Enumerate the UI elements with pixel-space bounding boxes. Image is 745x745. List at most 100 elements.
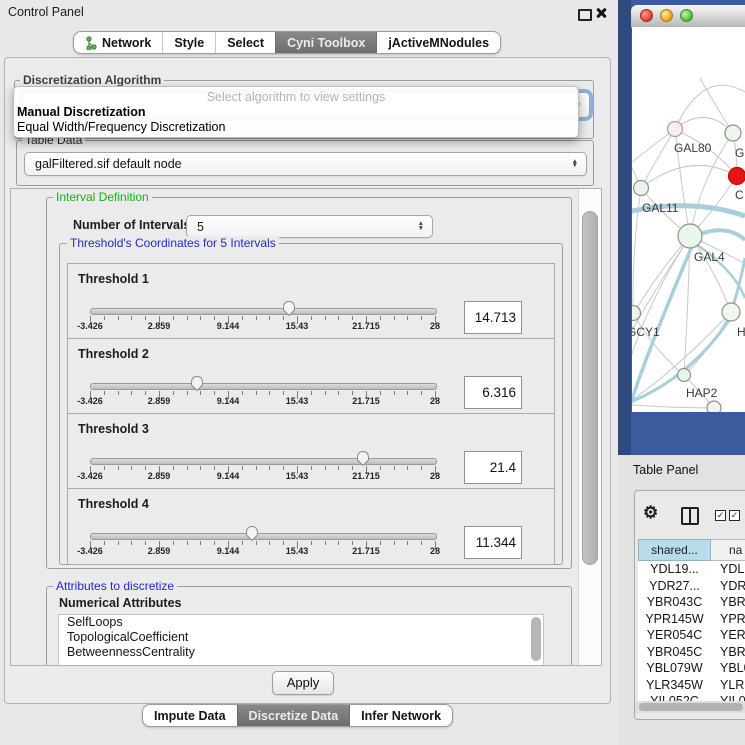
slider-tick	[187, 466, 188, 470]
tab-impute-data[interactable]: Impute Data	[143, 705, 237, 726]
threshold-value-field[interactable]	[464, 526, 522, 559]
table-data-combobox-value: galFiltered.sif default node	[25, 157, 572, 171]
slider-track[interactable]	[90, 308, 437, 315]
table-browser: ⚙ ✓ ✓ shared... na YDL19...YDL1YDR27...Y…	[634, 490, 745, 720]
slider-track[interactable]	[90, 533, 437, 540]
tab-infer-network[interactable]: Infer Network	[349, 705, 452, 726]
slider-tick-label: -3.426	[77, 546, 103, 556]
slider-tick	[394, 391, 395, 395]
tab-label: Infer Network	[361, 709, 441, 723]
close-traffic-light-icon[interactable]	[640, 9, 653, 22]
network-node[interactable]	[707, 401, 721, 412]
network-node[interactable]	[678, 369, 691, 382]
slider-tick	[118, 316, 119, 320]
attributes-group-label: Attributes to discretize	[53, 579, 177, 593]
network-edge[interactable]	[633, 188, 641, 313]
threshold-value-field[interactable]	[464, 301, 522, 334]
network-edge[interactable]	[690, 236, 731, 312]
network-node[interactable]	[668, 122, 683, 137]
network-edge[interactable]	[641, 129, 675, 188]
slider-tick	[242, 391, 243, 395]
slider-track[interactable]	[90, 383, 437, 390]
slider-thumb[interactable]	[189, 374, 205, 395]
tab-cyni-toolbox[interactable]: Cyni Toolbox	[275, 32, 376, 53]
float-window-icon[interactable]	[578, 9, 592, 21]
slider-tick-label: 15.43	[286, 396, 309, 406]
gear-icon[interactable]: ⚙	[643, 503, 658, 523]
combo-arrows-icon: ▲▼	[572, 160, 578, 169]
table-row[interactable]: YER054CYER0	[638, 627, 745, 644]
table-row[interactable]: YBL079WYBL0	[638, 660, 745, 677]
split-columns-icon[interactable]	[681, 507, 699, 525]
num-intervals-combobox[interactable]: 5 ▲▼	[186, 215, 433, 238]
slider-tick	[131, 316, 132, 320]
cell-shared-name: YER054C	[638, 627, 711, 644]
network-node[interactable]	[729, 168, 745, 185]
table-rows: YDL19...YDL1YDR27...YDR2YBR043CYBR0YPR14…	[638, 561, 745, 701]
checkbox-icon[interactable]: ✓	[729, 510, 740, 521]
minimize-traffic-light-icon[interactable]	[660, 9, 673, 22]
tab-select[interactable]: Select	[215, 32, 275, 53]
network-edge[interactable]	[632, 404, 714, 408]
dropdown-option-equal-width[interactable]: Equal Width/Frequency Discretization	[17, 120, 225, 134]
tab-style[interactable]: Style	[162, 32, 215, 53]
column-header-name[interactable]: na	[711, 539, 745, 561]
network-node-label: C	[735, 188, 744, 202]
attribute-list-item[interactable]: BetweennessCentrality	[59, 645, 543, 660]
tab-discretize-data[interactable]: Discretize Data	[237, 705, 350, 726]
network-edge[interactable]	[633, 313, 684, 375]
table-row[interactable]: YIL052CYIL0	[638, 693, 745, 701]
slider-tick-label: 9.144	[217, 396, 240, 406]
threshold-value-field[interactable]	[464, 376, 522, 409]
dropdown-option-manual[interactable]: Manual Discretization	[17, 105, 146, 119]
network-canvas[interactable]: GAL80G.CGAL11GAL4GCY1HHAP2	[632, 27, 745, 412]
table-data-combobox[interactable]: galFiltered.sif default node ▲▼	[24, 152, 587, 176]
slider-tick	[421, 316, 422, 320]
slider-tick	[283, 391, 284, 395]
horizontal-scrollbar[interactable]	[635, 701, 745, 713]
slider-tick	[269, 316, 270, 320]
table-row[interactable]: YBR043CYBR0	[638, 594, 745, 611]
slider-tick-label: 2.859	[148, 396, 171, 406]
scrollbar-thumb[interactable]	[582, 211, 598, 565]
tab-jactivemnodules[interactable]: jActiveMNodules	[376, 32, 500, 53]
attribute-list-item[interactable]: TopologicalCoefficient	[59, 630, 543, 645]
tab-network[interactable]: Network	[74, 32, 162, 53]
network-node-label: GAL80	[674, 141, 712, 155]
slider-thumb[interactable]	[281, 299, 297, 320]
table-row[interactable]: YLR345WYLR3	[638, 677, 745, 694]
slider-tick-label: 2.859	[148, 546, 171, 556]
table-row[interactable]: YDL19...YDL1	[638, 561, 745, 578]
network-edge[interactable]	[641, 165, 737, 188]
apply-button[interactable]: Apply	[272, 671, 334, 695]
threshold-panel: Threshold 4-3.4262.8599.14415.4321.71528	[67, 488, 555, 565]
dropdown-hint-option[interactable]: Select algorithm to view settings	[14, 90, 578, 104]
slider-track[interactable]	[90, 458, 437, 465]
network-node[interactable]	[634, 181, 649, 196]
slider-tick	[187, 391, 188, 395]
network-node[interactable]	[722, 303, 740, 321]
table-row[interactable]: YDR27...YDR2	[638, 578, 745, 595]
network-node[interactable]	[725, 125, 741, 141]
slider-tick-label: 15.43	[286, 321, 309, 331]
slider-thumb[interactable]	[355, 449, 371, 470]
threshold-value-field[interactable]	[464, 451, 522, 484]
checkbox-icon[interactable]: ✓	[715, 510, 726, 521]
network-window-titlebar[interactable]	[631, 5, 745, 28]
table-row[interactable]: YPR145WYPR1	[638, 611, 745, 628]
threshold-panel: Threshold 2-3.4262.8599.14415.4321.71528	[67, 338, 555, 415]
zoom-traffic-light-icon[interactable]	[680, 9, 693, 22]
close-icon[interactable]	[595, 7, 607, 19]
column-header-shared-name[interactable]: shared...	[638, 539, 711, 561]
threshold-label: Threshold 2	[78, 347, 149, 361]
table-header-row: shared... na	[638, 539, 745, 561]
cell-shared-name: YLR345W	[638, 677, 711, 694]
list-scrollbar-thumb[interactable]	[531, 617, 541, 661]
network-node[interactable]	[678, 224, 702, 248]
slider-thumb[interactable]	[244, 524, 260, 545]
cell-name: YDR2	[711, 578, 745, 595]
table-row[interactable]: YBR045CYBR0	[638, 644, 745, 661]
numerical-attributes-list[interactable]: SelfLoopsTopologicalCoefficientBetweenne…	[58, 614, 544, 666]
horizontal-scrollbar-thumb[interactable]	[639, 703, 743, 711]
attribute-list-item[interactable]: SelfLoops	[59, 615, 543, 630]
